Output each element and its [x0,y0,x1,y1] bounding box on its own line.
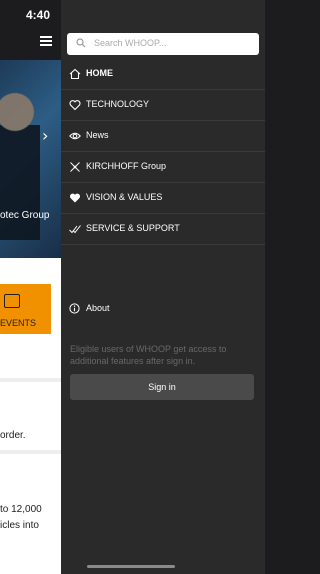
menu-item-label: KIRCHHOFF Group [86,161,167,171]
network-icon [70,162,80,172]
menu-item-kirchhoff-group[interactable]: KIRCHHOFF Group [61,152,265,183]
news-snippet: order. [0,430,26,441]
hero-caption: otec Group [0,210,50,221]
home-indicator[interactable] [87,565,175,568]
menu-item-news[interactable]: News [61,121,265,152]
heart-filled-icon [69,193,81,203]
status-time: 4:40 [26,8,51,22]
menu-list: HOME TECHNOLOGY News KIRCHHOFF Group VIS… [61,59,265,245]
eye-icon [69,132,81,140]
search-icon [76,38,86,48]
menu-item-label: News [86,130,109,140]
search-input[interactable]: Search WHOOP... [67,33,259,55]
news-snippet-2: to 12,000 icles into [0,504,42,531]
double-check-icon [69,225,81,234]
menu-item-label: HOME [86,68,113,78]
hero-banner[interactable]: › otec Group [0,60,61,258]
menu-item-home[interactable]: HOME [61,59,265,90]
home-icon [69,68,81,80]
about-label: About [86,303,110,313]
background-page: › otec Group EVENTS order. to 12,000 icl… [0,0,61,574]
divider [0,378,61,382]
info-icon [69,303,80,314]
heart-outline-icon [69,100,81,111]
menu-item-about[interactable]: About [61,298,265,320]
menu-item-technology[interactable]: TECHNOLOGY [61,90,265,121]
events-tile[interactable]: EVENTS [0,284,51,334]
menu-item-service-support[interactable]: SERVICE & SUPPORT [61,214,265,245]
signin-info-text: Eligible users of WHOOP get access to ad… [70,344,227,366]
menu-item-vision-values[interactable]: VISION & VALUES [61,183,265,214]
chevron-right-icon[interactable]: › [42,126,48,145]
events-label: EVENTS [0,318,37,328]
search-placeholder: Search WHOOP... [94,38,167,48]
signin-button[interactable]: Sign in [70,374,254,400]
menu-item-label: SERVICE & SUPPORT [86,223,180,233]
navigation-drawer: Search WHOOP... HOME TECHNOLOGY News KIR… [61,0,265,574]
menu-item-label: TECHNOLOGY [86,99,150,109]
hamburger-menu-icon[interactable] [40,36,52,46]
divider [0,450,61,454]
calendar-icon [4,294,20,308]
menu-item-label: VISION & VALUES [86,192,163,202]
